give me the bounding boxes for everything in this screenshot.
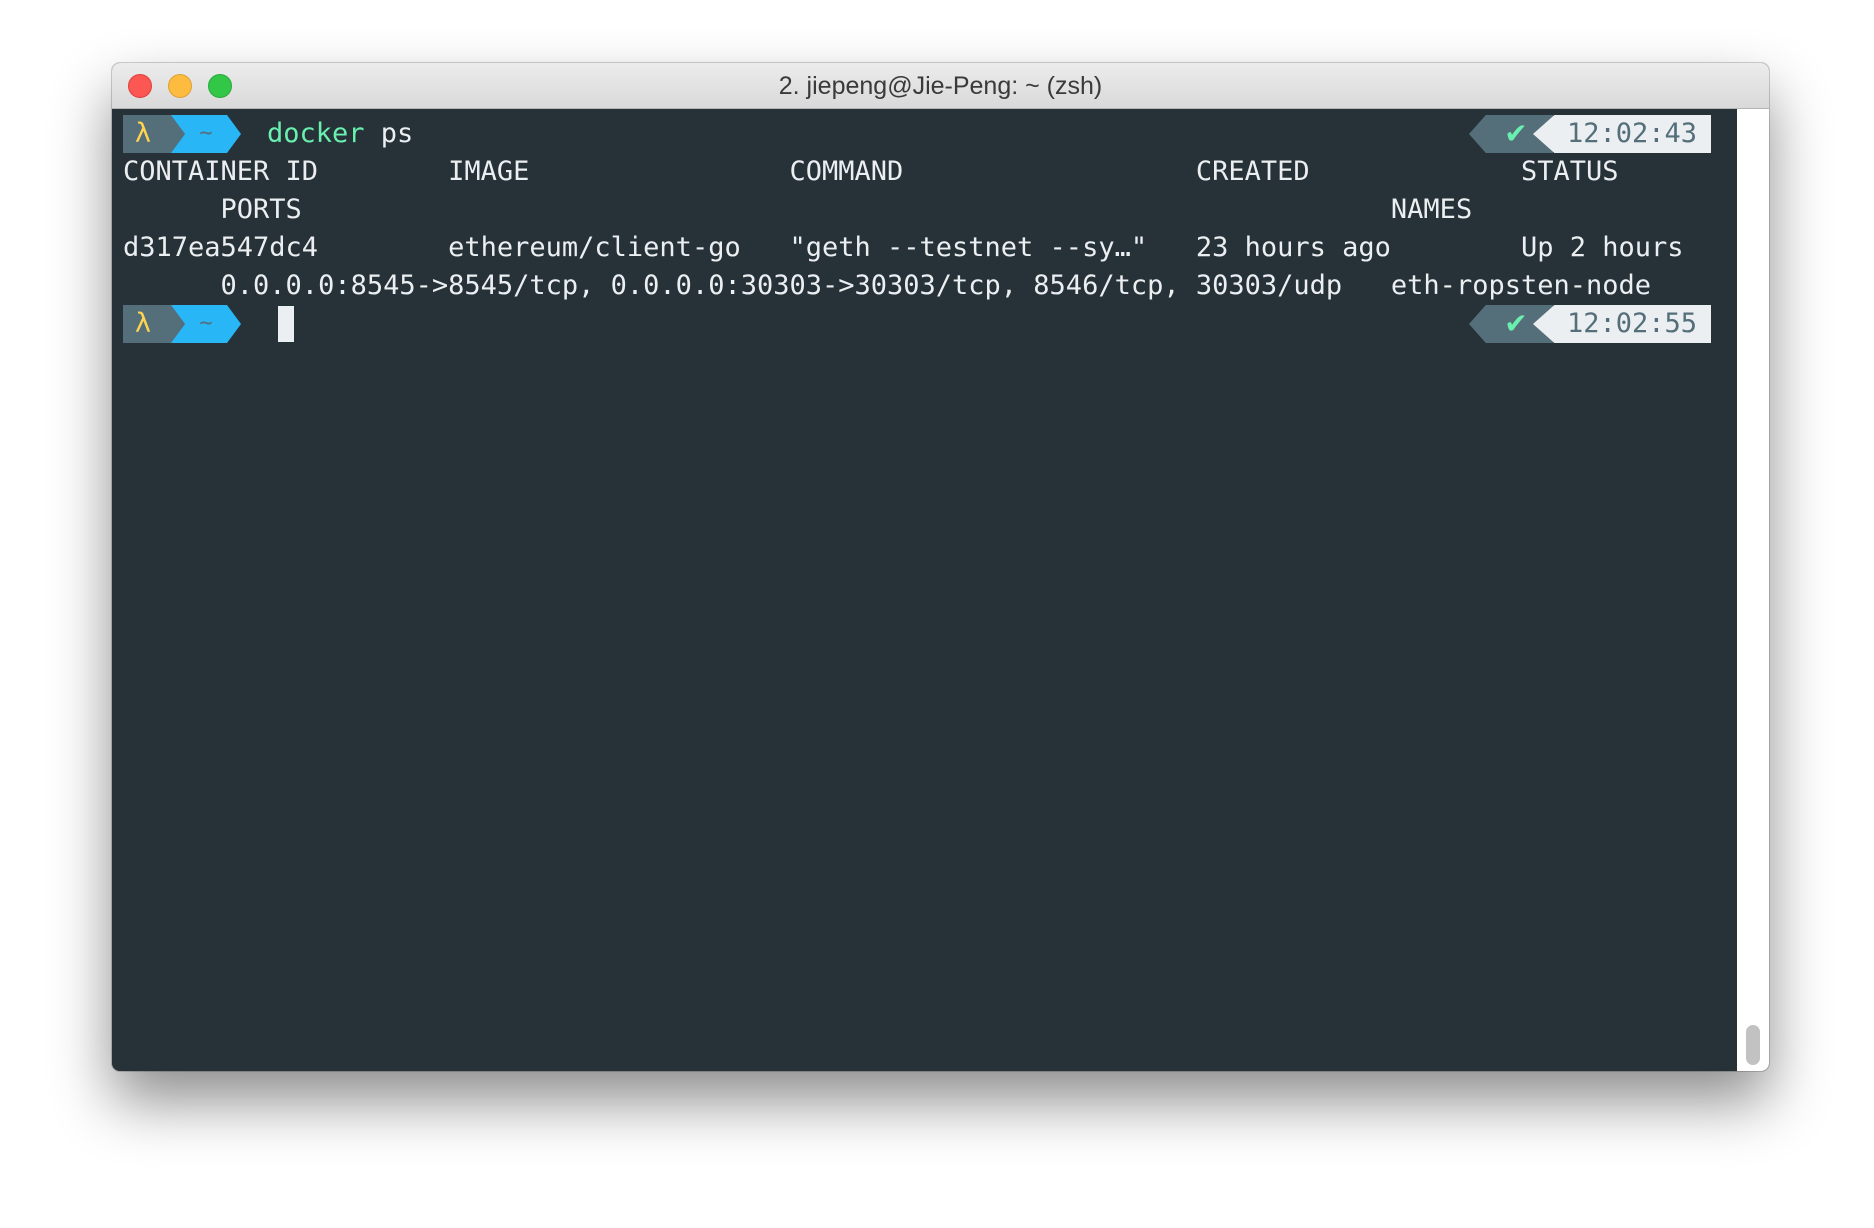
- command-line: docker ps: [267, 115, 413, 153]
- lambda-icon: λ: [123, 115, 171, 153]
- lambda-icon: λ: [123, 305, 171, 343]
- scrollbar[interactable]: [1737, 109, 1769, 1071]
- terminal-content[interactable]: λ ~ docker ps ✔ 12:02:43 CONTAINER ID IM…: [112, 109, 1737, 1071]
- scrollbar-thumb[interactable]: [1746, 1025, 1760, 1065]
- output-row-line: 0.0.0.0:8545->8545/tcp, 0.0.0.0:30303->3…: [123, 270, 1652, 301]
- right-prompt: ✔ 12:02:43: [1469, 115, 1711, 153]
- right-prompt: ✔ 12:02:55: [1469, 305, 1711, 343]
- prompt-timestamp: 12:02:55: [1533, 305, 1711, 343]
- output-row-line: d317ea547dc4 ethereum/client-go "geth --…: [123, 232, 1684, 263]
- command-name: docker: [267, 118, 365, 149]
- output-header-line: PORTS NAMES: [123, 194, 1473, 225]
- prompt-timestamp: 12:02:43: [1533, 115, 1711, 153]
- text-cursor[interactable]: [278, 306, 294, 342]
- window-title: 2. jiepeng@Jie-Peng: ~ (zsh): [778, 72, 1103, 100]
- command-args: ps: [364, 118, 414, 149]
- title-bar[interactable]: 2. jiepeng@Jie-Peng: ~ (zsh): [112, 63, 1769, 109]
- terminal-window: 2. jiepeng@Jie-Peng: ~ (zsh) λ ~ docker …: [112, 63, 1769, 1071]
- output-header-line: CONTAINER ID IMAGE COMMAND CREATED STATU…: [123, 156, 1619, 187]
